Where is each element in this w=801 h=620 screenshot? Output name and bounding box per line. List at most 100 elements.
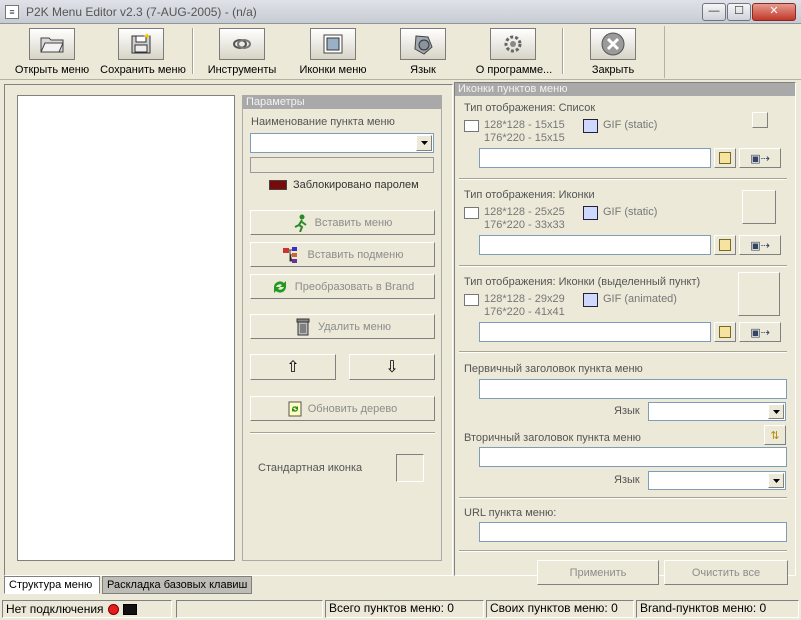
image-icon [310,28,356,60]
arrow-down-icon: ⇩ [385,359,399,376]
divider [459,550,787,552]
size-176: 176*220 - 41x41 [484,306,565,318]
send-to-phone-button[interactable]: ▣⇢ [739,148,781,168]
status-brand-items: Brand-пунктов меню: 0 [636,600,799,618]
move-down-button[interactable]: ⇩ [349,354,435,380]
phone-connect-icon [122,603,137,615]
status-total-items: Всего пунктов меню: 0 [325,600,484,618]
display-type-icons-label: Тип отображения: Иконки [464,189,595,201]
tools-icon [219,28,265,60]
size-128: 128*128 - 29x29 [484,293,565,305]
icon-path-input-list[interactable] [479,148,711,168]
size-icon [464,294,479,309]
primary-language-label: Язык [614,405,640,417]
maximize-button[interactable]: ☐ [727,3,751,21]
send-to-phone-button[interactable]: ▣⇢ [739,322,781,342]
open-menu-button[interactable]: Открыть меню [6,26,98,78]
close-app-button[interactable]: Закрыть [568,26,658,78]
phone-transfer-icon: ▣⇢ [750,239,770,252]
chevron-down-icon[interactable] [416,135,432,151]
phone-transfer-icon: ▣⇢ [750,152,770,165]
refresh-doc-icon [288,401,302,416]
secondary-language-select[interactable] [648,471,786,490]
status-red-dot-icon [107,603,119,615]
swap-arrows-icon: ⇅ [770,429,780,442]
size-176: 176*220 - 33x33 [484,219,565,231]
trash-icon [296,318,310,335]
refresh-tree-button[interactable]: Обновить дерево [250,396,435,421]
status-own-items: Своих пунктов меню: 0 [486,600,634,618]
swap-titles-button[interactable]: ⇅ [764,425,786,445]
secondary-title-input[interactable] [479,447,787,467]
close-circle-icon [590,28,636,60]
secondary-language-label: Язык [614,474,640,486]
minimize-button[interactable]: — [702,3,726,21]
move-up-button[interactable]: ⇧ [250,354,336,380]
browse-button[interactable] [714,148,736,168]
tab-base-keys-layout[interactable]: Раскладка базовых клавиш [102,576,252,594]
delete-menu-button[interactable]: Удалить меню [250,314,435,339]
size-128: 128*128 - 15x15 [484,119,565,131]
insert-submenu-button[interactable]: Вставить подменю [250,242,435,267]
status-progress [176,600,323,618]
close-window-button[interactable]: ✕ [752,3,796,21]
save-menu-button[interactable]: Сохранить меню [98,26,188,78]
clear-all-button[interactable]: Очистить все [664,560,788,585]
icon-preview[interactable] [752,112,768,128]
phone-transfer-icon: ▣⇢ [750,326,770,339]
gif-film-icon [583,206,598,223]
divider [459,351,787,353]
language-button[interactable]: Язык [378,26,468,78]
browse-button[interactable] [714,322,736,342]
divider [250,432,435,434]
gif-film-icon [583,293,598,310]
icon-path-input-icons[interactable] [479,235,711,255]
divider [459,497,787,499]
secondary-title-label: Вторичный заголовок пункта меню [464,432,641,444]
standard-icon-preview[interactable] [396,454,424,482]
tab-menu-structure[interactable]: Структура меню [4,576,100,594]
toolbar-separator [192,28,194,74]
browse-button[interactable] [714,235,736,255]
title-bar: ≡ P2K Menu Editor v2.3 (7-AUG-2005) - (n… [0,0,801,24]
arrow-up-icon: ⇧ [286,359,300,376]
icons-panel-header: Иконки пунктов меню [455,83,795,96]
icon-preview[interactable] [738,272,780,316]
toolbar-empty-area [664,26,798,78]
window-title: P2K Menu Editor v2.3 (7-AUG-2005) - (n/a… [26,5,257,19]
primary-title-label: Первичный заголовок пункта меню [464,363,643,375]
item-name-combo[interactable] [250,133,434,153]
refresh-icon [273,280,286,293]
apply-button[interactable]: Применить [537,560,659,585]
format-label: GIF (animated) [603,293,677,305]
primary-language-select[interactable] [648,402,786,421]
insert-menu-button[interactable]: Вставить меню [250,210,435,235]
primary-title-input[interactable] [479,379,787,399]
submenu-tree-icon [282,246,297,263]
folder-icon [719,326,731,338]
item-id-field [250,157,434,173]
size-128: 128*128 - 25x25 [484,206,565,218]
menu-tree[interactable] [17,95,235,561]
display-type-selected-label: Тип отображения: Иконки (выделенный пунк… [464,276,701,288]
chevron-down-icon[interactable] [768,404,784,419]
tools-button[interactable]: Инструменты [198,26,286,78]
format-label: GIF (static) [603,206,658,218]
size-icon [464,120,479,135]
icon-preview[interactable] [742,190,776,224]
divider [459,178,787,180]
icon-path-input-selected[interactable] [479,322,711,342]
chevron-down-icon[interactable] [768,473,784,488]
standard-icon-label: Стандартная иконка [258,462,363,474]
globe-icon [400,28,446,60]
url-input[interactable] [479,522,787,542]
size-176: 176*220 - 15x15 [484,132,565,144]
convert-brand-button[interactable]: Преобразовать в Brand [250,274,435,299]
toolbar: Открыть меню Сохранить меню Инструменты … [0,24,801,80]
app-icon: ≡ [5,5,19,19]
menu-icons-button[interactable]: Иконки меню [288,26,378,78]
send-to-phone-button[interactable]: ▣⇢ [739,235,781,255]
about-button[interactable]: О программе... [468,26,560,78]
item-name-label: Наименование пункта меню [251,116,395,128]
password-lock-checkbox[interactable]: Заблокировано паролем [269,177,419,193]
